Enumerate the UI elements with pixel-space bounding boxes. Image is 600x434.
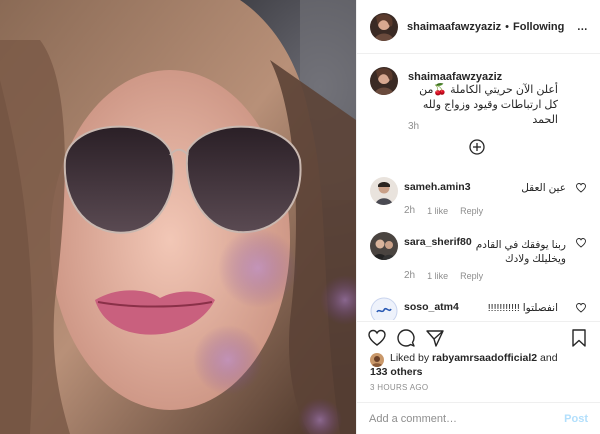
comment-text: عين العقل xyxy=(521,182,566,194)
comment-time[interactable]: 2h xyxy=(404,270,415,281)
add-comment-bar: Post xyxy=(357,402,600,434)
action-bar xyxy=(357,321,600,351)
comment-item: sara_sherif80 ربنا يوفقك في القادم ويخلي… xyxy=(370,232,592,292)
share-icon[interactable] xyxy=(426,329,444,347)
heart-icon[interactable] xyxy=(576,183,586,193)
post-photo[interactable] xyxy=(0,0,356,434)
more-icon[interactable]: ... xyxy=(577,17,588,35)
reply-button[interactable]: Reply xyxy=(460,271,483,281)
author-avatar[interactable] xyxy=(370,12,398,41)
comment-likes[interactable]: 1 like xyxy=(427,271,448,281)
comment-likes[interactable]: 1 like xyxy=(427,206,448,216)
plus-circle-icon[interactable] xyxy=(469,139,485,155)
following-button[interactable]: Following xyxy=(513,21,564,33)
post-comment-button[interactable]: Post xyxy=(564,413,588,425)
likes-others-link[interactable]: 133 others xyxy=(370,366,423,378)
reply-button[interactable]: Reply xyxy=(460,206,483,216)
comments-scroll-area[interactable]: shaimaafawzyaziz أعلن الآن حريتي الكاملة… xyxy=(357,55,600,320)
comment-text: ربنا يوفقك في القادم ويخليلك ولادك xyxy=(475,239,566,265)
comment-item: sameh.amin3 عين العقل 2h 1 like Reply xyxy=(370,177,592,227)
comment-input[interactable] xyxy=(369,410,549,428)
comment-icon[interactable] xyxy=(397,329,415,347)
commenter-avatar[interactable] xyxy=(370,177,398,205)
liker-avatar[interactable] xyxy=(370,353,384,367)
post-header: shaimaafawzyaziz • Following ... xyxy=(357,0,600,54)
post-side-panel: shaimaafawzyaziz • Following ... shaimaa… xyxy=(356,0,600,434)
separator-dot: • xyxy=(505,20,510,33)
liked-by-label: Liked by xyxy=(390,352,430,364)
caption-text: أعلن الآن حريتي الكاملة 🍒من كل ارتباطات … xyxy=(419,84,558,126)
post-timestamp[interactable]: 3 HOURS AGO xyxy=(370,383,428,392)
likes-conjunction: and xyxy=(540,352,558,364)
comment-text: انفصلتوا !!!!!!!!!!! xyxy=(487,302,558,314)
comment-username[interactable]: soso_atm4 xyxy=(404,301,459,313)
commenter-avatar[interactable] xyxy=(370,297,398,320)
author-username[interactable]: shaimaafawzyaziz xyxy=(407,21,501,33)
liker-username[interactable]: rabyamrsaadofficial2 xyxy=(432,352,537,364)
caption-time[interactable]: 3h xyxy=(408,121,419,132)
comment-item: soso_atm4 انفصلتوا !!!!!!!!!!! xyxy=(370,297,592,320)
bookmark-icon[interactable] xyxy=(570,329,588,347)
comment-username[interactable]: sameh.amin3 xyxy=(404,181,471,193)
caption-avatar[interactable] xyxy=(370,67,398,95)
commenter-avatar[interactable] xyxy=(370,232,398,260)
comment-time[interactable]: 2h xyxy=(404,205,415,216)
heart-icon[interactable] xyxy=(576,238,586,248)
caption-username[interactable]: shaimaafawzyaziz xyxy=(408,71,502,83)
heart-icon[interactable] xyxy=(576,303,586,313)
heart-icon[interactable] xyxy=(368,329,386,347)
